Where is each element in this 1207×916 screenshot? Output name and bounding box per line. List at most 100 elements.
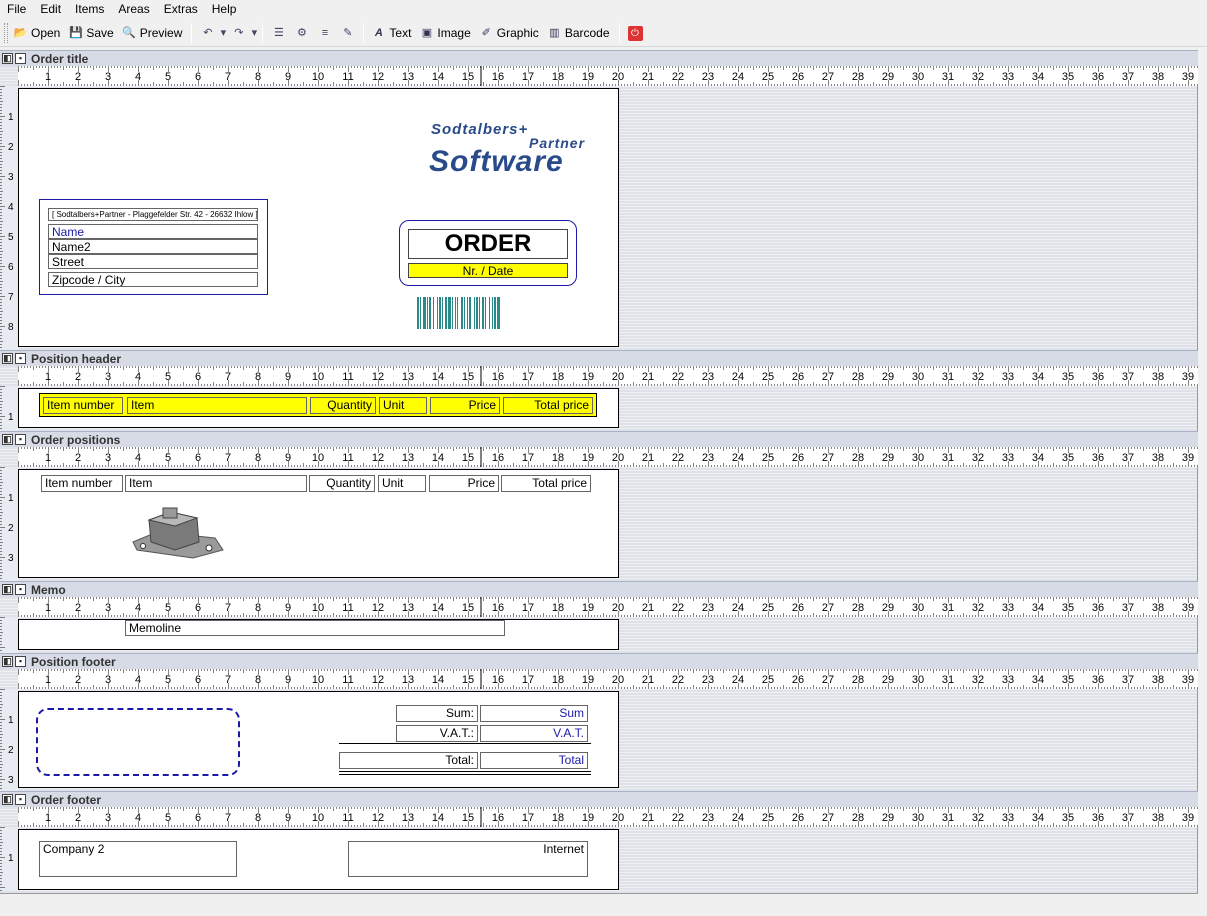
section-header[interactable]: ◧ ▪ Position header [0, 350, 1198, 366]
company-logo[interactable]: Sodtalbers+ Partner Software [429, 119, 589, 179]
areas-icon[interactable]: ≡ [317, 26, 332, 41]
horizontal-ruler: 1 2 3 4 5 6 7 8 9 10 11 12 13 14 15 16 17 18 19 20 21 22 23 24 2… [18, 366, 1198, 386]
zipcode-city-field[interactable]: Zipcode / City [48, 272, 258, 287]
save-button[interactable]: 💾 Save [65, 22, 116, 44]
collapse-icon[interactable]: ◧ [2, 794, 13, 805]
ruler-number: 29 [882, 371, 894, 383]
ruler-number: 29 [882, 71, 894, 83]
order-box[interactable]: ORDER Nr. / Date [399, 220, 577, 286]
ruler-number: 20 [612, 371, 624, 383]
section-title: Position header [31, 351, 122, 366]
ruler-number: 15 [462, 812, 474, 824]
order-title[interactable]: ORDER [408, 229, 568, 259]
menu-extras[interactable]: Extras [157, 0, 205, 19]
section-header[interactable]: ◧ ▪ Order title [0, 50, 1198, 66]
redo-icon[interactable]: ↷ [231, 26, 246, 41]
dashed-frame[interactable] [36, 708, 240, 776]
collapse-icon[interactable]: ◧ [2, 53, 13, 64]
sum-label[interactable]: Sum: [396, 705, 478, 722]
collapse-icon[interactable]: ◧ [2, 353, 13, 364]
band-position-footer: Sum: Sum V.A.T.: V.A.T. Total: Total [18, 691, 619, 788]
nr-date-field[interactable]: Nr. / Date [408, 263, 568, 278]
horizontal-ruler: 1 2 3 4 5 6 7 8 9 10 11 12 13 14 15 16 17 18 19 20 21 22 23 24 2… [18, 447, 1198, 467]
name-field[interactable]: Name [48, 224, 258, 239]
ruler-number: 31 [942, 452, 954, 464]
ruler-number: 17 [522, 452, 534, 464]
ruler-number: 16 [492, 71, 504, 83]
barcode-button[interactable]: ▥ Barcode [544, 22, 613, 44]
company-field[interactable]: Company 2 [39, 841, 237, 877]
edit-icon[interactable]: ✎ [340, 26, 355, 41]
ruler-number: 13 [402, 452, 414, 464]
redo-dropdown-icon[interactable]: ▾ [250, 26, 258, 41]
collapse-icon[interactable]: ◧ [2, 656, 13, 667]
ruler-number: 21 [642, 371, 654, 383]
menu-items[interactable]: Items [68, 0, 111, 19]
ruler-number: 19 [582, 812, 594, 824]
total-value[interactable]: Total [480, 752, 588, 769]
ruler-number: 6 [195, 371, 201, 383]
ruler-number: 39 [1182, 812, 1194, 824]
preview-button[interactable]: 🔍 Preview [119, 22, 186, 44]
toolbar-grip[interactable] [4, 23, 8, 43]
section-toggle-icon[interactable]: ▪ [15, 656, 26, 667]
vat-value[interactable]: V.A.T. [480, 725, 588, 742]
text-button[interactable]: A Text [368, 22, 414, 44]
section-header[interactable]: ◧ ▪ Position footer [0, 653, 1198, 669]
section-header[interactable]: ◧ ▪ Memo [0, 581, 1198, 597]
section-title: Order positions [31, 432, 121, 447]
collapse-icon[interactable]: ◧ [2, 434, 13, 445]
vertical-ruler-scale: 1 [0, 386, 14, 429]
section-toggle-icon[interactable]: ▪ [15, 794, 26, 805]
total-label[interactable]: Total: [339, 752, 478, 769]
exit-icon[interactable]: ⏻ [627, 25, 643, 41]
sum-value[interactable]: Sum [480, 705, 588, 722]
menu-file[interactable]: File [0, 0, 33, 19]
pos-total-price[interactable]: Total price [501, 475, 591, 492]
header-quantity[interactable]: Quantity [310, 397, 376, 414]
menu-areas[interactable]: Areas [111, 0, 156, 19]
header-price[interactable]: Price [430, 397, 500, 414]
header-item[interactable]: Item [127, 397, 307, 414]
section-header[interactable]: ◧ ▪ Order positions [0, 431, 1198, 447]
pos-item[interactable]: Item [125, 475, 307, 492]
pos-item-number[interactable]: Item number [41, 475, 123, 492]
graphic-button[interactable]: ✐ Graphic [476, 22, 542, 44]
menu-edit[interactable]: Edit [33, 0, 68, 19]
section-header[interactable]: ◧ ▪ Order footer [0, 791, 1198, 807]
section-toggle-icon[interactable]: ▪ [15, 353, 26, 364]
ruler-number: 4 [135, 71, 141, 83]
header-item-number[interactable]: Item number [43, 397, 123, 414]
barcode[interactable] [417, 297, 545, 329]
collapse-icon[interactable]: ◧ [2, 584, 13, 595]
street-field[interactable]: Street [48, 254, 258, 269]
product-image[interactable] [127, 500, 227, 560]
pos-quantity[interactable]: Quantity [309, 475, 375, 492]
open-button[interactable]: 📂 Open [10, 22, 63, 44]
section-memo: ◧ ▪ Memo 1 2 3 4 5 6 7 8 9 10 11 12 13 14 15 16 17 18 19 20 21… [0, 581, 1198, 653]
ruler-number: 37 [1122, 71, 1134, 83]
section-toggle-icon[interactable]: ▪ [15, 53, 26, 64]
name2-field[interactable]: Name2 [48, 239, 258, 254]
undo-icon[interactable]: ↶ [200, 26, 215, 41]
header-total-price[interactable]: Total price [503, 397, 593, 414]
ruler-number: 24 [732, 71, 744, 83]
ruler-number: 20 [612, 71, 624, 83]
memoline-field[interactable]: Memoline [125, 620, 505, 636]
toolbar-separator [618, 23, 620, 43]
properties-icon[interactable]: ☰ [271, 26, 286, 41]
ruler-number: 7 [225, 371, 231, 383]
sender-line[interactable]: [ Sodtalbers+Partner - Plaggefelder Str.… [48, 208, 258, 221]
menu-help[interactable]: Help [205, 0, 244, 19]
pos-unit[interactable]: Unit [378, 475, 426, 492]
field-list-icon[interactable]: ⚙ [294, 26, 309, 41]
address-block[interactable]: [ Sodtalbers+Partner - Plaggefelder Str.… [39, 199, 268, 295]
header-unit[interactable]: Unit [379, 397, 427, 414]
internet-field[interactable]: Internet [348, 841, 588, 877]
undo-dropdown-icon[interactable]: ▾ [219, 26, 227, 41]
section-toggle-icon[interactable]: ▪ [15, 584, 26, 595]
vat-label[interactable]: V.A.T.: [396, 725, 478, 742]
image-button[interactable]: ▣ Image [416, 22, 473, 44]
section-toggle-icon[interactable]: ▪ [15, 434, 26, 445]
pos-price[interactable]: Price [429, 475, 499, 492]
